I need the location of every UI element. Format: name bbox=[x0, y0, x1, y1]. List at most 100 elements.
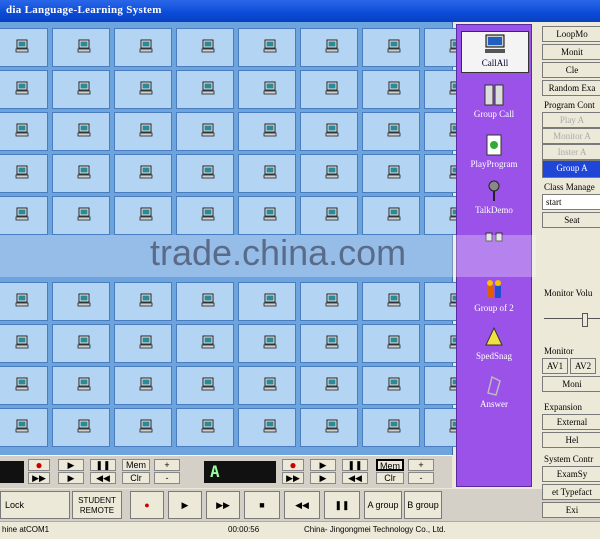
tool-playprogram-button[interactable]: PlayProgram bbox=[461, 133, 527, 173]
exam-system-button[interactable]: ExamSy bbox=[542, 466, 600, 482]
exit-button[interactable]: Exi bbox=[542, 502, 600, 518]
student-seat[interactable] bbox=[114, 28, 172, 67]
rewind-button[interactable]: ◀◀ bbox=[90, 472, 116, 484]
pause-button-bottom[interactable]: ❚❚ bbox=[324, 491, 360, 519]
b-group-button[interactable]: B group bbox=[404, 491, 442, 519]
student-seat[interactable] bbox=[176, 70, 234, 109]
plus-button[interactable]: + bbox=[154, 459, 180, 471]
student-seat[interactable] bbox=[52, 196, 110, 235]
clr-button-b[interactable]: Clr bbox=[376, 472, 404, 484]
student-seat[interactable] bbox=[52, 70, 110, 109]
student-seat[interactable] bbox=[114, 366, 172, 405]
student-seat[interactable] bbox=[176, 154, 234, 193]
monitor-button[interactable]: Monit bbox=[542, 44, 600, 60]
student-seat[interactable] bbox=[300, 408, 358, 447]
student-seat[interactable] bbox=[0, 154, 48, 193]
record-button[interactable]: ● bbox=[28, 459, 50, 471]
class-input[interactable]: start bbox=[542, 194, 600, 210]
tool-answer-button[interactable]: Answer bbox=[461, 373, 527, 413]
student-seat[interactable] bbox=[0, 70, 48, 109]
student-seat[interactable] bbox=[300, 112, 358, 151]
play-alt-button-b[interactable]: ▶ bbox=[310, 472, 336, 484]
student-seat[interactable] bbox=[300, 154, 358, 193]
play-alt-button[interactable]: ▶ bbox=[58, 472, 84, 484]
rewind-button-bottom[interactable]: ◀◀ bbox=[284, 491, 320, 519]
tool-group-call-button[interactable]: Group Call bbox=[461, 83, 527, 123]
av2-button[interactable]: AV2 bbox=[570, 358, 596, 374]
random-exam-button[interactable]: Random Exa bbox=[542, 80, 600, 96]
student-seat[interactable] bbox=[0, 366, 48, 405]
student-seat[interactable] bbox=[52, 282, 110, 321]
tool-talkdemo-button[interactable]: TalkDemo bbox=[461, 179, 527, 219]
av1-button[interactable]: AV1 bbox=[542, 358, 568, 374]
student-seat[interactable] bbox=[114, 196, 172, 235]
student-seat[interactable] bbox=[52, 154, 110, 193]
mem-button-b[interactable]: Mem bbox=[376, 459, 404, 471]
student-seat[interactable] bbox=[300, 324, 358, 363]
minus-button[interactable]: - bbox=[154, 472, 180, 484]
student-seat[interactable] bbox=[176, 324, 234, 363]
student-seat[interactable] bbox=[176, 196, 234, 235]
student-seat[interactable] bbox=[114, 154, 172, 193]
student-seat[interactable] bbox=[114, 112, 172, 151]
student-seat[interactable] bbox=[176, 408, 234, 447]
student-seat[interactable] bbox=[300, 196, 358, 235]
pause-button[interactable]: ❚❚ bbox=[90, 459, 116, 471]
student-seat[interactable] bbox=[362, 324, 420, 363]
student-seat[interactable] bbox=[362, 196, 420, 235]
student-seat[interactable] bbox=[0, 28, 48, 67]
student-seat[interactable] bbox=[238, 70, 296, 109]
student-seat[interactable] bbox=[238, 112, 296, 151]
student-seat[interactable] bbox=[0, 282, 48, 321]
student-seat[interactable] bbox=[0, 196, 48, 235]
student-seat[interactable] bbox=[300, 28, 358, 67]
a-group-button[interactable]: A group bbox=[364, 491, 402, 519]
student-seat[interactable] bbox=[114, 70, 172, 109]
student-seat[interactable] bbox=[362, 282, 420, 321]
monitor-a-button[interactable]: Monitor A bbox=[542, 128, 600, 144]
loop-mode-button[interactable]: LoopMo bbox=[542, 26, 600, 42]
student-seat[interactable] bbox=[52, 408, 110, 447]
clr-button[interactable]: Clr bbox=[122, 472, 150, 484]
insert-a-button[interactable]: Inster A bbox=[542, 144, 600, 160]
student-seat[interactable] bbox=[238, 196, 296, 235]
seat-button[interactable]: Seat bbox=[542, 212, 600, 228]
student-seat[interactable] bbox=[362, 70, 420, 109]
record-button-b[interactable]: ● bbox=[282, 459, 304, 471]
forward-button[interactable]: ▶▶ bbox=[28, 472, 50, 484]
student-seat[interactable] bbox=[238, 324, 296, 363]
monitor-2-button[interactable]: Moni bbox=[542, 376, 600, 392]
student-seat[interactable] bbox=[300, 282, 358, 321]
slider-thumb[interactable] bbox=[582, 313, 588, 327]
group-a-button[interactable]: Group A bbox=[542, 160, 600, 178]
student-seat[interactable] bbox=[176, 112, 234, 151]
play-button-b[interactable]: ▶ bbox=[310, 459, 336, 471]
student-seat[interactable] bbox=[238, 408, 296, 447]
plus-button-b[interactable]: + bbox=[408, 459, 434, 471]
forward-button-bottom[interactable]: ▶▶ bbox=[206, 491, 240, 519]
student-seat[interactable] bbox=[0, 324, 48, 363]
student-seat[interactable] bbox=[300, 366, 358, 405]
monitor-volume-slider[interactable] bbox=[544, 313, 600, 331]
student-seat[interactable] bbox=[114, 282, 172, 321]
pause-button-b[interactable]: ❚❚ bbox=[342, 459, 368, 471]
mem-button[interactable]: Mem bbox=[122, 459, 150, 471]
play-button-bottom[interactable]: ▶ bbox=[168, 491, 202, 519]
student-seat[interactable] bbox=[52, 366, 110, 405]
record-button-bottom[interactable]: ● bbox=[130, 491, 164, 519]
student-seat[interactable] bbox=[238, 154, 296, 193]
play-a-button[interactable]: Play A bbox=[542, 112, 600, 128]
student-seat[interactable] bbox=[0, 112, 48, 151]
play-button[interactable]: ▶ bbox=[58, 459, 84, 471]
rewind-button-b[interactable]: ◀◀ bbox=[342, 472, 368, 484]
tool-callall-button[interactable]: CallAll bbox=[461, 31, 529, 73]
student-seat[interactable] bbox=[52, 112, 110, 151]
student-seat[interactable] bbox=[176, 282, 234, 321]
student-seat[interactable] bbox=[362, 28, 420, 67]
student-seat[interactable] bbox=[114, 324, 172, 363]
student-seat[interactable] bbox=[362, 366, 420, 405]
help-button[interactable]: Hel bbox=[542, 432, 600, 448]
student-seat[interactable] bbox=[362, 112, 420, 151]
stop-button-bottom[interactable]: ■ bbox=[244, 491, 280, 519]
student-seat[interactable] bbox=[176, 28, 234, 67]
